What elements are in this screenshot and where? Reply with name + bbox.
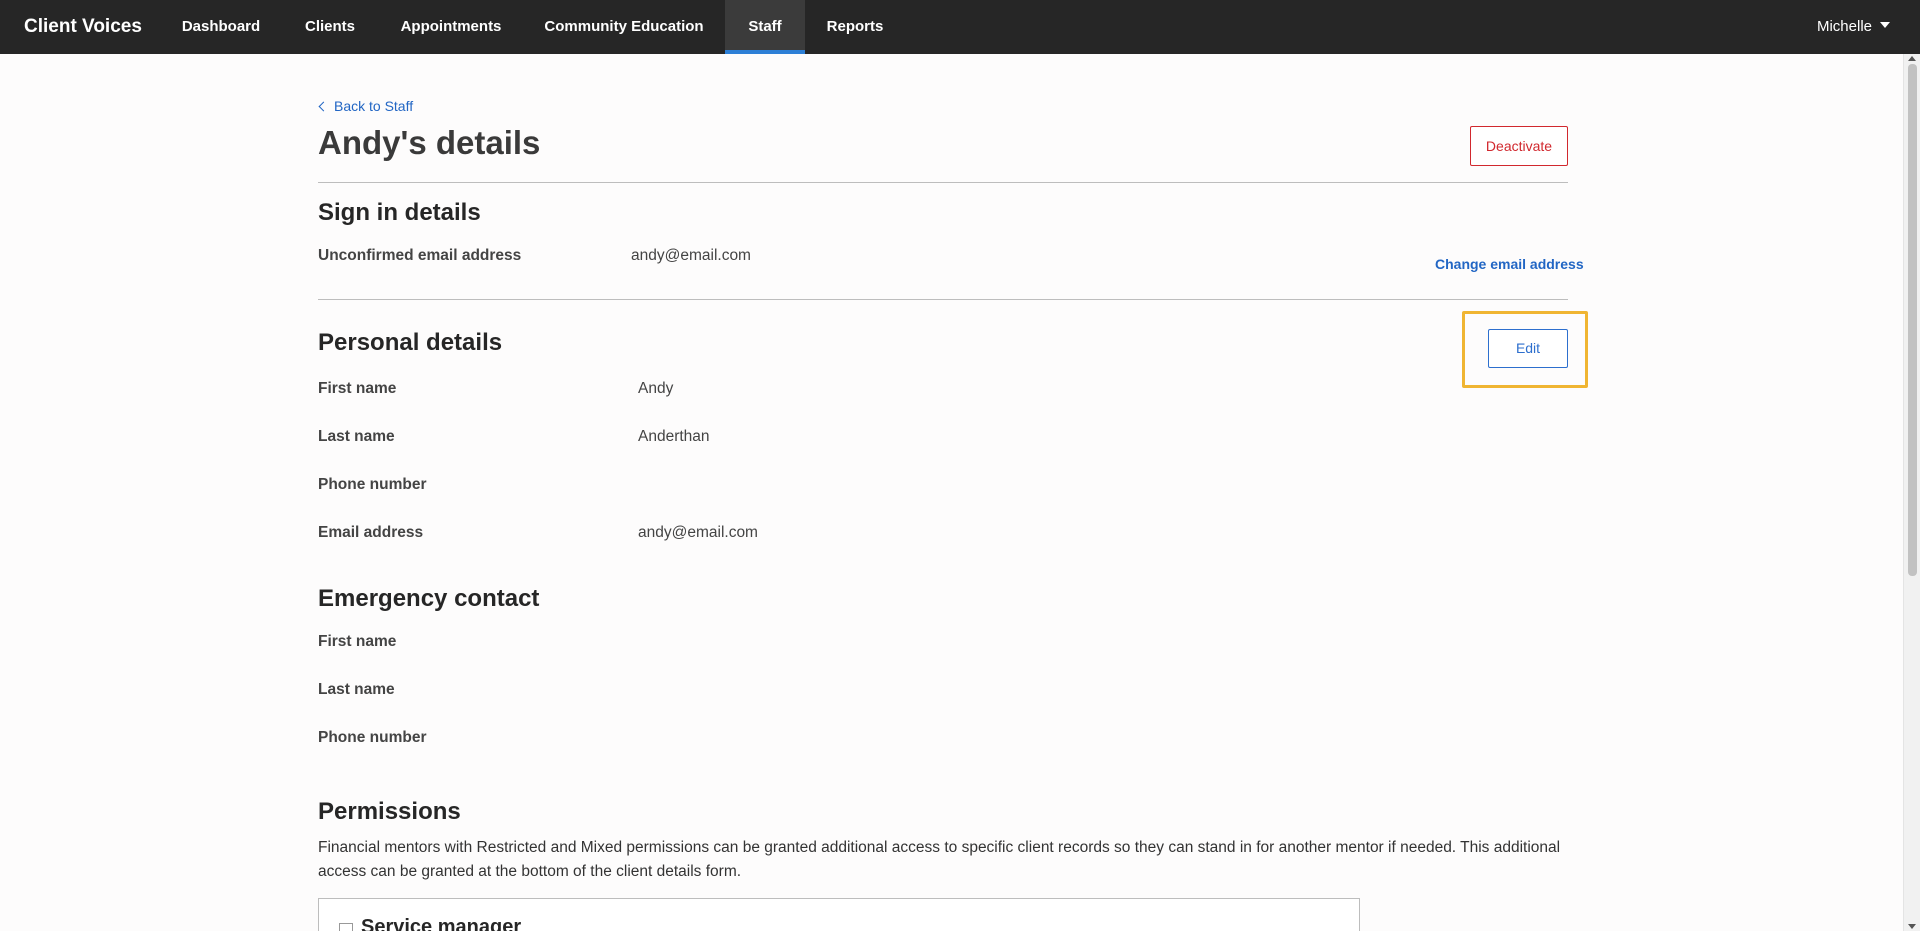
scroll-up-arrow-icon[interactable] (1908, 56, 1916, 61)
permissions-section-title: Permissions (318, 798, 461, 825)
last-name-label: Last name (318, 428, 395, 445)
page-scrollbar[interactable] (1903, 54, 1920, 931)
sign-in-section-title: Sign in details (318, 199, 481, 226)
scroll-down-arrow-icon[interactable] (1908, 924, 1916, 929)
nav-dashboard[interactable]: Dashboard (163, 0, 279, 54)
back-to-staff-link[interactable]: Back to Staff (318, 98, 414, 114)
emergency-phone-number-label: Phone number (318, 729, 427, 746)
emergency-last-name-label: Last name (318, 681, 395, 698)
sign-in-divider (318, 299, 1568, 300)
deactivate-button[interactable]: Deactivate (1470, 126, 1568, 166)
chevron-down-icon (1880, 22, 1890, 29)
email-address-label: Email address (318, 524, 424, 541)
unconfirmed-email-value: andy@email.com (631, 247, 751, 264)
nav-clients[interactable]: Clients (287, 0, 373, 54)
title-divider (318, 182, 1568, 183)
first-name-label: First name (318, 380, 397, 397)
last-name-value: Anderthan (638, 428, 710, 445)
unconfirmed-email-label: Unconfirmed email address (318, 247, 522, 264)
edit-personal-details-button[interactable]: Edit (1488, 329, 1568, 368)
email-address-value: andy@email.com (638, 524, 758, 541)
brand-logo[interactable]: Client Voices (24, 0, 142, 54)
personal-section-title: Personal details (318, 329, 503, 356)
nav-appointments[interactable]: Appointments (385, 0, 517, 54)
user-name: Michelle (1816, 18, 1872, 35)
service-manager-checkbox[interactable] (339, 923, 353, 931)
back-link-label: Back to Staff (334, 98, 414, 114)
first-name-value: Andy (638, 380, 674, 397)
scroll-thumb[interactable] (1908, 64, 1917, 576)
nav-community-education[interactable]: Community Education (529, 0, 719, 54)
top-nav: Client Voices Dashboard Clients Appointm… (0, 0, 1920, 54)
chevron-left-icon (318, 101, 329, 112)
emergency-section-title: Emergency contact (318, 585, 540, 612)
page-title: Andy's details (318, 124, 541, 161)
user-menu[interactable]: Michelle (1817, 0, 1890, 54)
change-email-link[interactable]: Change email address (1435, 256, 1584, 272)
emergency-first-name-label: First name (318, 633, 397, 650)
permission-option-card: Service manager (318, 898, 1360, 931)
phone-number-label: Phone number (318, 476, 427, 493)
service-manager-label[interactable]: Service manager (361, 916, 521, 931)
nav-reports[interactable]: Reports (812, 0, 898, 54)
nav-staff[interactable]: Staff (725, 0, 805, 54)
permissions-description: Financial mentors with Restricted and Mi… (318, 839, 1561, 880)
